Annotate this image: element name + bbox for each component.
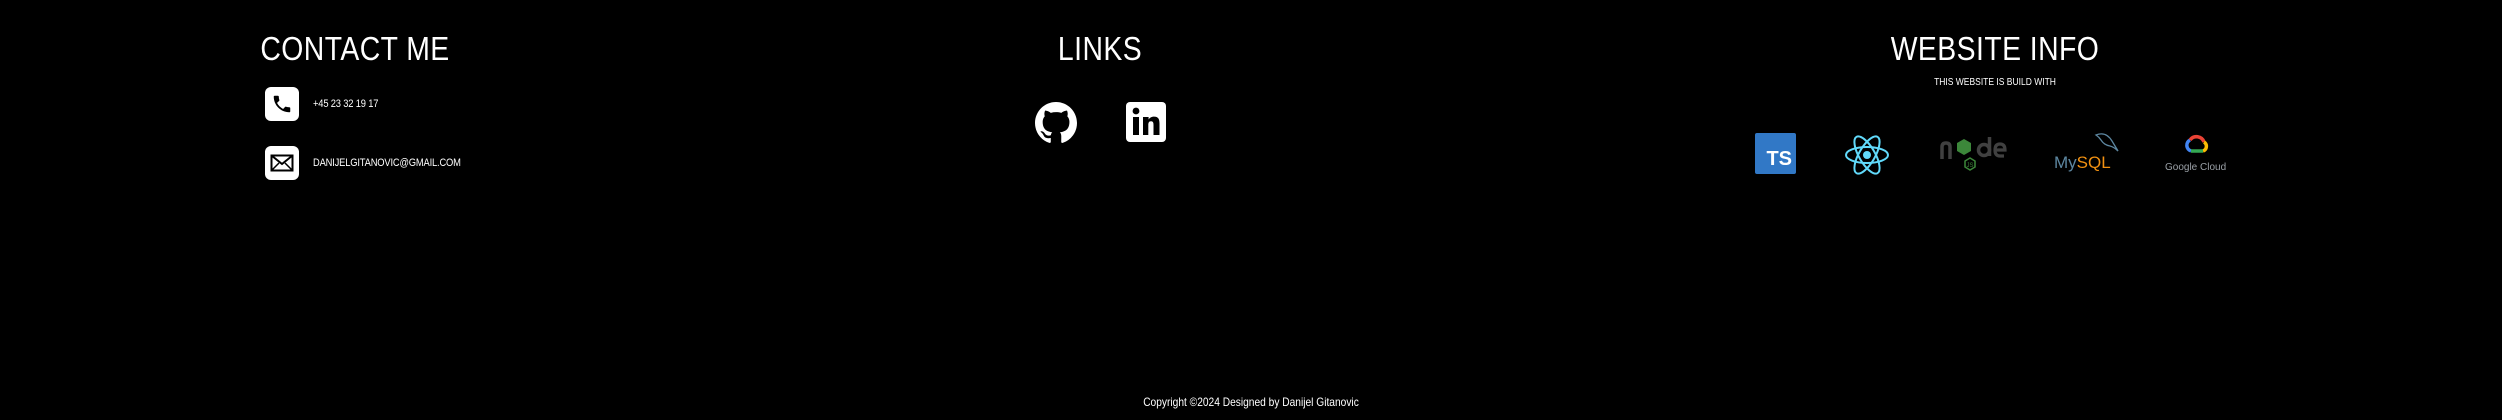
react-icon: [1843, 133, 1891, 182]
mysql-logo: MySQL: [2054, 133, 2119, 173]
svg-text:JS: JS: [1966, 163, 1973, 169]
contact-title: CONTACT ME: [260, 30, 450, 67]
links-title: LINKS: [1057, 30, 1143, 67]
react-logo: [1843, 133, 1891, 182]
node-logo: JS: [1937, 133, 2007, 178]
mysql-dolphin-icon: [2094, 131, 2120, 158]
mail-icon: [265, 146, 299, 180]
typescript-logo: TS: [1755, 133, 1796, 174]
typescript-logo-text: TS: [1766, 148, 1792, 170]
copyright-text: Copyright ©2024 Designed by Danijel Gita…: [1143, 395, 1359, 409]
email-address: DANIJELGITANOVIC@GMAIL.COM: [313, 157, 461, 169]
github-link[interactable]: [1035, 102, 1077, 149]
linkedin-link[interactable]: [1126, 102, 1166, 147]
phone-number: +45 23 32 19 17: [313, 98, 379, 110]
typescript-icon: TS: [1755, 133, 1796, 174]
google-cloud-icon: [2182, 133, 2210, 160]
github-icon: [1035, 102, 1077, 148]
phone-contact[interactable]: +45 23 32 19 17: [265, 87, 390, 121]
email-contact[interactable]: DANIJELGITANOVIC@GMAIL.COM: [265, 146, 487, 180]
website-info-title: WEBSITE INFO: [1890, 30, 2100, 67]
google-cloud-logo: Google Cloud: [2165, 133, 2226, 173]
linkedin-icon: [1126, 102, 1166, 146]
node-icon: JS: [1937, 133, 2007, 178]
built-with-subtitle: THIS WEBSITE IS BUILD WITH: [1934, 77, 2056, 88]
phone-icon: [265, 87, 299, 121]
google-cloud-wordmark: Google Cloud: [2165, 162, 2227, 173]
